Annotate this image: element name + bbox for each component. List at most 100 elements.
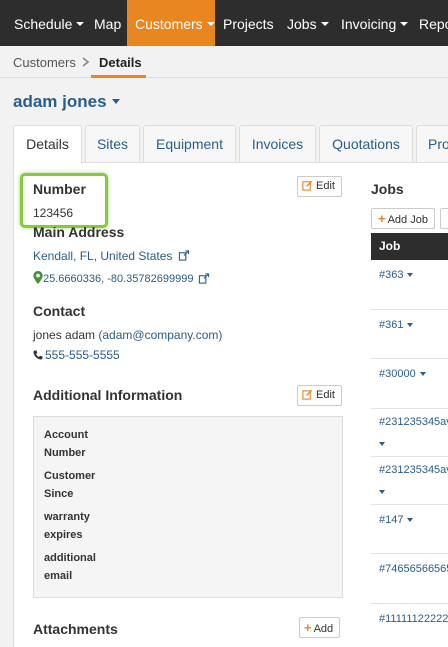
address-text: Kendall, FL, United States — [33, 249, 173, 263]
add-attachment-label: Add — [313, 623, 334, 635]
nav-map[interactable]: Map — [86, 0, 127, 46]
contact-name: jones adam — [33, 328, 96, 342]
field-warranty-expires-line2: expires — [44, 529, 83, 541]
contact-phone: 555-555-5555 — [45, 348, 120, 362]
add-attachment-button[interactable]: + Add — [299, 617, 341, 638]
job-link[interactable]: #231235345av — [379, 416, 448, 428]
tab-sites[interactable]: Sites — [85, 125, 140, 163]
main-address-title: Main Address — [33, 224, 125, 240]
table-row: #74656566565 — [371, 554, 448, 604]
add-job-label: Add Job — [387, 214, 428, 226]
nav-reports[interactable]: Repo — [412, 0, 448, 46]
job-link[interactable]: #147 — [379, 514, 414, 526]
field-customer-since: Customer Since — [44, 467, 114, 503]
nav-reports-label: Repo — [419, 16, 448, 32]
tab-quotations[interactable]: Quotations — [319, 125, 413, 163]
map-marker-icon — [33, 271, 43, 285]
table-row: #231235345av — [371, 457, 448, 505]
additional-info-box: Account Number Customer Since warranty expi… — [33, 416, 343, 598]
field-account-number: Account Number — [44, 426, 114, 462]
nav-projects[interactable]: Projects — [215, 0, 279, 46]
coordinates-text: 25.6660336, -80.35782699999 — [43, 273, 194, 285]
table-row: #231235345av — [371, 409, 448, 457]
tab-invoices[interactable]: Invoices — [239, 125, 316, 163]
chevron-down-icon — [206, 22, 215, 27]
job-link[interactable]: #74656566565 — [379, 563, 448, 575]
address-link[interactable]: Kendall, FL, United States — [33, 249, 190, 263]
nav-customers[interactable]: Customers — [127, 0, 215, 46]
customer-name: adam jones — [13, 92, 107, 111]
breadcrumb-details: Details — [99, 55, 142, 70]
field-customer-since-line1: Customer — [44, 470, 96, 482]
plus-icon: + — [304, 620, 312, 635]
chevron-down-icon — [400, 22, 409, 27]
chevron-down-icon — [407, 323, 414, 328]
tab-projects[interactable]: Pro — [416, 125, 448, 163]
job-id: #30000 — [379, 368, 416, 380]
chevron-down-icon — [76, 22, 85, 27]
external-link-icon — [198, 272, 209, 284]
job-link[interactable]: #30000 — [379, 368, 426, 380]
field-customer-since-line2: Since — [44, 488, 74, 500]
coordinates-link[interactable]: 25.6660336, -80.35782699999 — [33, 271, 210, 285]
chevron-down-icon[interactable] — [379, 490, 385, 494]
external-link-icon — [178, 250, 189, 261]
job-link[interactable]: #363 — [379, 269, 414, 281]
contact-phone-link[interactable]: 555-555-5555 — [33, 348, 120, 362]
nav-schedule-label: Schedule — [14, 16, 73, 32]
chevron-right-icon — [82, 57, 90, 67]
job-id: #147 — [379, 514, 404, 526]
nav-jobs[interactable]: Jobs — [279, 0, 333, 46]
field-account-number-line2: Number — [44, 447, 86, 459]
table-row: #147 — [371, 505, 448, 554]
number-highlight — [20, 173, 108, 228]
nav-schedule[interactable]: Schedule — [0, 0, 86, 46]
job-id: #74656566565 — [379, 563, 448, 575]
table-row: #361 — [371, 310, 448, 359]
table-row: #363 — [371, 260, 448, 310]
edit-additional-label: Edit — [316, 389, 335, 401]
nav-map-label: Map — [94, 16, 122, 32]
field-additional-email-line1: additional — [44, 552, 96, 564]
job-id: #11111122222 — [379, 613, 448, 625]
chevron-down-icon — [419, 372, 426, 377]
customer-name-dropdown[interactable]: adam jones — [13, 92, 120, 112]
job-link[interactable]: #231235345av — [379, 464, 448, 476]
top-navigation-bar: Schedule Map Customers Projects Jobs Inv… — [0, 0, 448, 46]
job-link[interactable]: #361 — [379, 319, 414, 331]
tab-equipment[interactable]: Equipment — [143, 125, 236, 163]
phone-icon — [33, 350, 43, 360]
breadcrumb-customers[interactable]: Customers — [13, 55, 76, 70]
contact-email-link[interactable]: (adam@company.com) — [98, 328, 222, 342]
breadcrumb-active-indicator — [91, 75, 146, 78]
edit-additional-button[interactable]: Edit — [297, 385, 342, 406]
jobs-column-header: Job — [371, 233, 448, 260]
contact-title: Contact — [33, 303, 86, 319]
job-id: #363 — [379, 269, 404, 281]
table-row: #11111122222 — [371, 604, 448, 647]
plus-icon: + — [378, 211, 386, 226]
field-additional-email: additional email — [44, 549, 114, 585]
job-id: #231235345av — [379, 464, 448, 476]
job-id: #231235345av — [379, 416, 448, 428]
nav-customers-label: Customers — [135, 16, 203, 32]
tab-details[interactable]: Details — [13, 125, 82, 164]
edit-icon — [302, 180, 313, 191]
edit-icon — [302, 389, 313, 400]
chevron-down-icon — [111, 99, 120, 105]
nav-projects-label: Projects — [223, 16, 274, 32]
nav-invoicing-label: Invoicing — [341, 16, 397, 32]
nav-invoicing[interactable]: Invoicing — [333, 0, 412, 46]
job-id: #361 — [379, 319, 404, 331]
field-warranty-expires: warranty expires — [44, 508, 114, 544]
add-job-button[interactable]: + Add Job — [371, 208, 435, 229]
chevron-down-icon[interactable] — [379, 442, 385, 446]
chevron-down-icon — [407, 273, 414, 278]
jobs-title: Jobs — [371, 181, 404, 197]
contact-line: jones adam (adam@company.com) — [33, 328, 222, 342]
edit-number-button[interactable]: Edit — [297, 176, 342, 197]
jobs-secondary-button[interactable] — [440, 208, 448, 229]
field-additional-email-line2: email — [44, 570, 73, 582]
attachments-title: Attachments — [33, 621, 118, 637]
job-link[interactable]: #11111122222 — [379, 613, 448, 625]
